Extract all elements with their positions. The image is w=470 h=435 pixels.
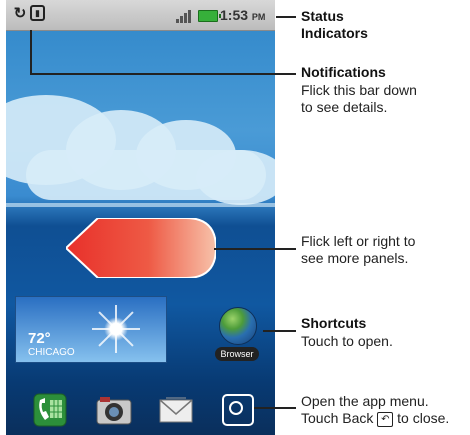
callout-line-app-menu — [254, 407, 296, 409]
home-screen: ↻ ▮ 1:53 PM 72° CHICAGO Browser — [6, 0, 275, 435]
email-icon — [159, 397, 193, 423]
horizon — [6, 203, 275, 207]
signal-icon — [176, 7, 194, 23]
app-menu-line2-before: Touch Back — [301, 410, 374, 426]
panels-text: Flick left or right to see more panels. — [301, 233, 415, 267]
clock-time: 1:53 — [220, 7, 249, 23]
app-menu-circle — [229, 401, 243, 415]
notifications-text: Flick this bar down to see details. — [301, 82, 417, 116]
sync-icon: ↻ — [13, 5, 27, 22]
shortcuts-text: Touch to open. — [301, 333, 393, 349]
callout-line-panels — [214, 248, 296, 250]
app-menu-line1: Open the app menu. — [301, 393, 429, 409]
app-menu-button[interactable] — [218, 390, 258, 430]
phone-app-button[interactable] — [30, 390, 70, 430]
callout-line-shortcuts — [263, 330, 296, 332]
email-app-button[interactable] — [156, 390, 196, 430]
dock — [6, 390, 275, 435]
callout-line-status — [276, 16, 296, 18]
notifications-title: Notifications — [301, 64, 386, 80]
shortcuts-title: Shortcuts — [301, 315, 367, 331]
panels-line1: Flick left or right to — [301, 233, 416, 249]
status-indicators-title: Status Indicators — [301, 8, 368, 42]
phone-icon — [33, 393, 67, 427]
globe-icon — [219, 307, 257, 345]
weather-temperature: 72° — [28, 330, 51, 347]
clock-ampm: PM — [251, 12, 266, 22]
panels-line2: see more panels. — [301, 250, 409, 266]
notification-icon: ▮ — [30, 5, 45, 21]
app-menu-line2-after: to close. — [397, 410, 450, 426]
callout-line-notifications-v — [30, 30, 32, 74]
clock: 1:53 PM — [220, 7, 265, 23]
back-key-icon: ↶ — [377, 411, 394, 427]
camera-app-button[interactable] — [94, 390, 134, 430]
app-menu-text: Open the app menu. Touch Back ↶ to close… — [301, 393, 449, 427]
battery-icon — [198, 10, 221, 22]
browser-shortcut[interactable]: Browser — [215, 303, 259, 363]
app-menu-line2: Touch Back ↶ to close. — [301, 410, 449, 427]
notifications-line1: Flick this bar down — [301, 82, 417, 98]
cloud — [26, 150, 266, 200]
callout-line-notifications-h — [30, 73, 296, 75]
flick-arrow — [66, 218, 216, 278]
weather-city: CHICAGO — [28, 347, 75, 358]
camera-icon — [96, 397, 132, 425]
notifications-line2: to see details. — [301, 99, 388, 115]
status-bar[interactable]: ↻ ▮ 1:53 PM — [6, 0, 275, 31]
weather-widget[interactable]: 72° CHICAGO — [15, 296, 167, 363]
status-title-line2: Indicators — [301, 25, 368, 41]
sun-icon — [104, 317, 128, 341]
status-title-line1: Status — [301, 8, 344, 24]
browser-label: Browser — [215, 347, 259, 361]
